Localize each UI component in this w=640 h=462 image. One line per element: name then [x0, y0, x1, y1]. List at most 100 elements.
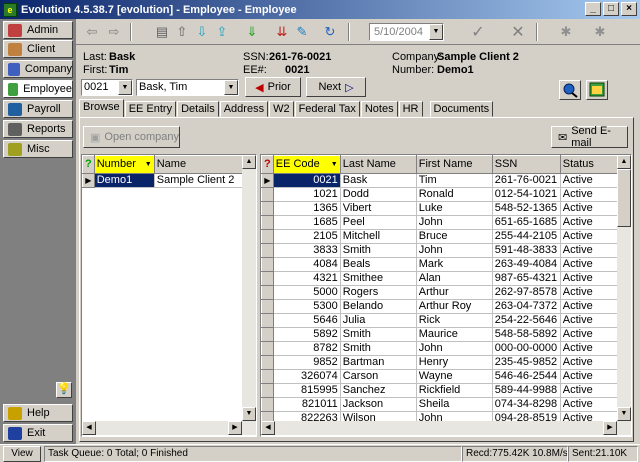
scroll-down-icon[interactable]: ▼ — [242, 407, 256, 421]
last-name-cell[interactable]: Dodd — [340, 187, 417, 202]
date-field[interactable]: 5/10/2004 ▼ — [369, 23, 444, 41]
ssn-cell[interactable]: 235-45-9852 — [492, 355, 561, 370]
ssn-cell[interactable]: 546-46-2544 — [492, 369, 561, 384]
status-cell[interactable]: Active — [560, 285, 620, 300]
last-name-cell[interactable]: Vibert — [340, 201, 417, 216]
close-button[interactable]: × — [621, 2, 637, 16]
first-name-cell[interactable]: John — [416, 341, 493, 356]
ssn-cell[interactable]: 074-34-8298 — [492, 397, 561, 412]
ssn-cell[interactable]: 261-76-0021 — [492, 173, 561, 188]
horizontal-scrollbar[interactable]: ◀ ▶ — [261, 421, 631, 435]
first-name-cell[interactable]: Bruce — [416, 229, 493, 244]
sidebar-item-company[interactable]: Company — [3, 60, 73, 78]
open-company-button[interactable]: ▣ Open company — [83, 126, 180, 148]
table-row[interactable]: 9852 Bartman Henry 235-45-9852 Active — [261, 355, 620, 370]
last-name-cell[interactable]: Carson — [340, 369, 417, 384]
tab-federal-tax[interactable]: Federal Tax — [294, 101, 360, 117]
table-row[interactable]: ▶ Demo1 Sample Client 2 — [82, 173, 247, 188]
table-row[interactable]: 5892 Smith Maurice 548-58-5892 Active — [261, 327, 620, 342]
export-icon[interactable]: ⇪ — [212, 23, 232, 41]
date-dropdown-icon[interactable]: ▼ — [429, 24, 443, 40]
scroll-down-icon[interactable]: ▼ — [617, 407, 631, 421]
table-row[interactable]: 821011 Jackson Sheila 074-34-8298 Active — [261, 397, 620, 412]
first-name-cell[interactable]: Arthur Roy — [416, 299, 493, 314]
first-name-cell[interactable]: Rickfield — [416, 383, 493, 398]
status-cell[interactable]: Active — [560, 187, 620, 202]
table-row[interactable]: 1021 Dodd Ronald 012-54-1021 Active — [261, 187, 620, 202]
ee-code-cell[interactable]: 5892 — [273, 327, 341, 342]
column-header-last-name[interactable]: Last Name — [339, 155, 417, 174]
minimize-button[interactable]: _ — [585, 2, 601, 16]
upload-icon[interactable]: ⇧ — [172, 23, 192, 41]
ssn-cell[interactable]: 589-44-9988 — [492, 383, 561, 398]
ee-code-cell[interactable]: 815995 — [273, 383, 341, 398]
status-cell[interactable]: Active — [560, 369, 620, 384]
status-cell[interactable]: Active — [560, 383, 620, 398]
scroll-left-icon[interactable]: ◀ — [82, 421, 96, 435]
scroll-left-icon[interactable]: ◀ — [261, 421, 275, 435]
table-row[interactable]: 4321 Smithee Alan 987-65-4321 Active — [261, 271, 620, 286]
status-cell[interactable]: Active — [560, 299, 620, 314]
ee-code-cell[interactable]: 8782 — [273, 341, 341, 356]
column-header-first-name[interactable]: First Name — [415, 155, 493, 174]
edit-icon[interactable]: ✎ — [292, 23, 312, 41]
table-row[interactable]: 5646 Julia Rick 254-22-5646 Active — [261, 313, 620, 328]
ssn-cell[interactable]: 548-52-1365 — [492, 201, 561, 216]
delete-icon[interactable]: ⇊ — [272, 23, 292, 41]
help-icon[interactable]: ? — [82, 155, 95, 174]
ee-code-cell[interactable]: 326074 — [273, 369, 341, 384]
status-cell[interactable]: Active — [560, 313, 620, 328]
status-cell[interactable]: Active — [560, 257, 620, 272]
column-header-ssn[interactable]: SSN — [491, 155, 561, 174]
last-name-cell[interactable]: Jackson — [340, 397, 417, 412]
vertical-scrollbar[interactable]: ▲ ▼ — [242, 155, 256, 421]
table-row[interactable]: 2105 Mitchell Bruce 255-44-2105 Active — [261, 229, 620, 244]
ee-code-cell[interactable]: 2105 — [273, 229, 341, 244]
table-row[interactable]: 4084 Beals Mark 263-49-4084 Active — [261, 257, 620, 272]
tool-icon[interactable]: ✱ — [590, 23, 610, 41]
ee-code-cell[interactable]: 1365 — [273, 201, 341, 216]
table-row[interactable]: 3833 Smith John 591-48-3833 Active — [261, 243, 620, 258]
ee-code-cell[interactable]: 821011 — [273, 397, 341, 412]
scroll-right-icon[interactable]: ▶ — [228, 421, 242, 435]
tool-icon[interactable]: ✱ — [556, 23, 576, 41]
tab-details[interactable]: Details — [177, 101, 219, 117]
tab-w2[interactable]: W2 — [269, 101, 294, 117]
ssn-cell[interactable]: 263-49-4084 — [492, 257, 561, 272]
sidebar-item-client[interactable]: Client — [3, 40, 73, 58]
status-cell[interactable]: Active — [560, 229, 620, 244]
first-name-cell[interactable]: Sheila — [416, 397, 493, 412]
scroll-thumb[interactable] — [617, 169, 631, 227]
scroll-up-icon[interactable]: ▲ — [617, 155, 631, 169]
table-row[interactable]: 326074 Carson Wayne 546-46-2544 Active — [261, 369, 620, 384]
table-row[interactable]: 1685 Peel John 651-65-1685 Active — [261, 215, 620, 230]
first-name-cell[interactable]: Maurice — [416, 327, 493, 342]
first-name-cell[interactable]: Tim — [416, 173, 493, 188]
last-name-cell[interactable]: Smith — [340, 243, 417, 258]
refresh-icon[interactable]: ↻ — [320, 23, 340, 41]
download-icon[interactable]: ⇩ — [192, 23, 212, 41]
ee-code-cell[interactable]: 1021 — [273, 187, 341, 202]
scroll-up-icon[interactable]: ▲ — [242, 155, 256, 169]
column-header-ee-code[interactable]: EE Code ▼ — [272, 155, 341, 174]
ee-code-select[interactable]: 0021 ▼ — [81, 79, 133, 96]
maximize-button[interactable]: □ — [603, 2, 619, 16]
post-icon[interactable]: ✓ — [468, 23, 488, 41]
table-row[interactable]: ▶ 0021 Bask Tim 261-76-0021 Active — [261, 173, 620, 188]
status-cell[interactable]: Active — [560, 355, 620, 370]
ssn-cell[interactable]: 012-54-1021 — [492, 187, 561, 202]
last-name-cell[interactable]: Rogers — [340, 285, 417, 300]
status-cell[interactable]: Active — [560, 341, 620, 356]
last-name-cell[interactable]: Belando — [340, 299, 417, 314]
last-name-cell[interactable]: Sanchez — [340, 383, 417, 398]
prior-button[interactable]: ◀ Prior — [245, 77, 301, 97]
sidebar-item-misc[interactable]: Misc — [3, 140, 73, 158]
last-name-cell[interactable]: Beals — [340, 257, 417, 272]
sidebar-item-payroll[interactable]: Payroll — [3, 100, 73, 118]
employee-name-select[interactable]: Bask, Tim ▼ — [136, 79, 239, 96]
tab-ee-entry[interactable]: EE Entry — [124, 101, 177, 117]
exit-button[interactable]: Exit — [3, 424, 73, 442]
last-name-cell[interactable]: Bask — [340, 173, 417, 188]
status-cell[interactable]: Active — [560, 327, 620, 342]
status-cell[interactable]: Active — [560, 271, 620, 286]
